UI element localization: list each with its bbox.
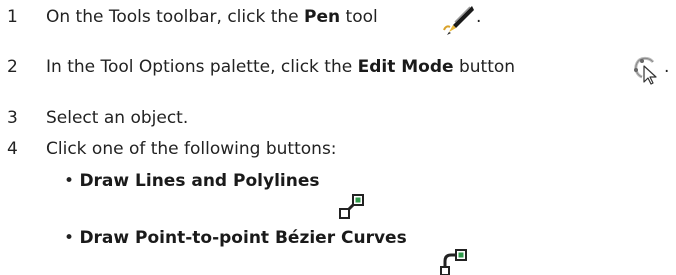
bullet-mark: • <box>64 171 75 191</box>
draw-bezier-curves-icon <box>440 249 468 275</box>
step-1-period: . <box>476 7 482 27</box>
step-text: Click one of the following buttons: <box>46 139 337 159</box>
step-text-before: In the Tool Options palette, click the <box>46 57 358 77</box>
draw-lines-polylines-label: Draw Lines and Polylines <box>79 171 320 191</box>
step-text-after: button <box>453 57 516 77</box>
bullet-item: • Draw Lines and Polylines <box>64 171 319 191</box>
step-text-after: tool <box>340 7 378 27</box>
bullet-item: • Draw Point-to-point Bézier Curves <box>64 228 407 248</box>
step-text: Select an object. <box>46 108 189 128</box>
draw-lines-polylines-icon <box>339 193 365 219</box>
step-number: 4 <box>7 139 18 159</box>
step-number: 2 <box>7 57 18 77</box>
step-text: In the Tool Options palette, click the E… <box>46 57 515 77</box>
edit-mode-name: Edit Mode <box>357 57 454 77</box>
step-2-period: . <box>664 57 670 77</box>
draw-bezier-curves-label: Draw Point-to-point Bézier Curves <box>79 228 407 248</box>
pen-tool-name: Pen <box>304 7 341 27</box>
step-number: 1 <box>7 7 18 27</box>
edit-mode-icon <box>631 53 661 85</box>
step-text: On the Tools toolbar, click the Pen tool <box>46 7 378 27</box>
step-number: 3 <box>7 108 18 128</box>
pen-tool-icon <box>441 3 475 37</box>
step-text-before: On the Tools toolbar, click the <box>46 7 305 27</box>
bullet-mark: • <box>64 228 75 248</box>
